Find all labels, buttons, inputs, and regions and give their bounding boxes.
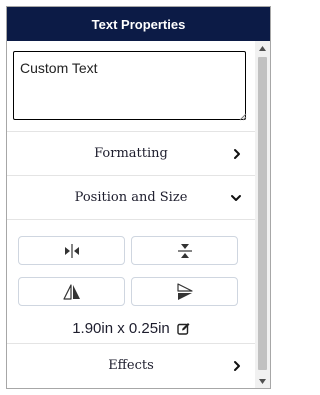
mirror-horizontal-button[interactable] [18, 277, 125, 306]
panel-content: Custom Text Formatting Position and Size [7, 41, 255, 388]
section-formatting-label: Formatting [94, 146, 168, 161]
section-effects[interactable]: Effects [7, 343, 255, 387]
text-input[interactable]: Custom Text [13, 51, 246, 120]
text-properties-panel: Text Properties Custom Text Formatting P… [6, 6, 271, 389]
size-text: 1.90in x 0.25in [72, 319, 170, 337]
section-formatting[interactable]: Formatting [7, 131, 255, 175]
flip-vertical-center-icon [177, 243, 192, 258]
position-size-controls: 1.90in x 0.25in [7, 219, 255, 343]
flip-vertical-center-button[interactable] [131, 236, 238, 265]
chevron-right-icon [234, 360, 240, 371]
section-position-label: Position and Size [74, 190, 188, 205]
section-position-and-size[interactable]: Position and Size [7, 175, 255, 219]
scroll-up-arrow-icon[interactable] [255, 41, 270, 55]
flip-horizontal-center-button[interactable] [18, 236, 125, 265]
chevron-right-icon [234, 148, 240, 159]
mirror-vertical-button[interactable] [131, 277, 238, 306]
chevron-down-icon [231, 194, 241, 201]
mirror-horizontal-icon [62, 283, 80, 300]
vertical-scrollbar[interactable] [255, 41, 270, 388]
edit-icon[interactable] [177, 322, 190, 335]
resize-grip-icon[interactable] [238, 112, 247, 121]
size-display: 1.90in x 0.25in [7, 317, 255, 339]
flip-horizontal-center-icon [64, 243, 79, 258]
mirror-vertical-icon [176, 282, 193, 300]
scrollbar-thumb[interactable] [258, 57, 267, 370]
panel-title: Text Properties [7, 7, 270, 41]
scroll-down-arrow-icon[interactable] [255, 374, 270, 388]
section-effects-label: Effects [108, 358, 154, 373]
